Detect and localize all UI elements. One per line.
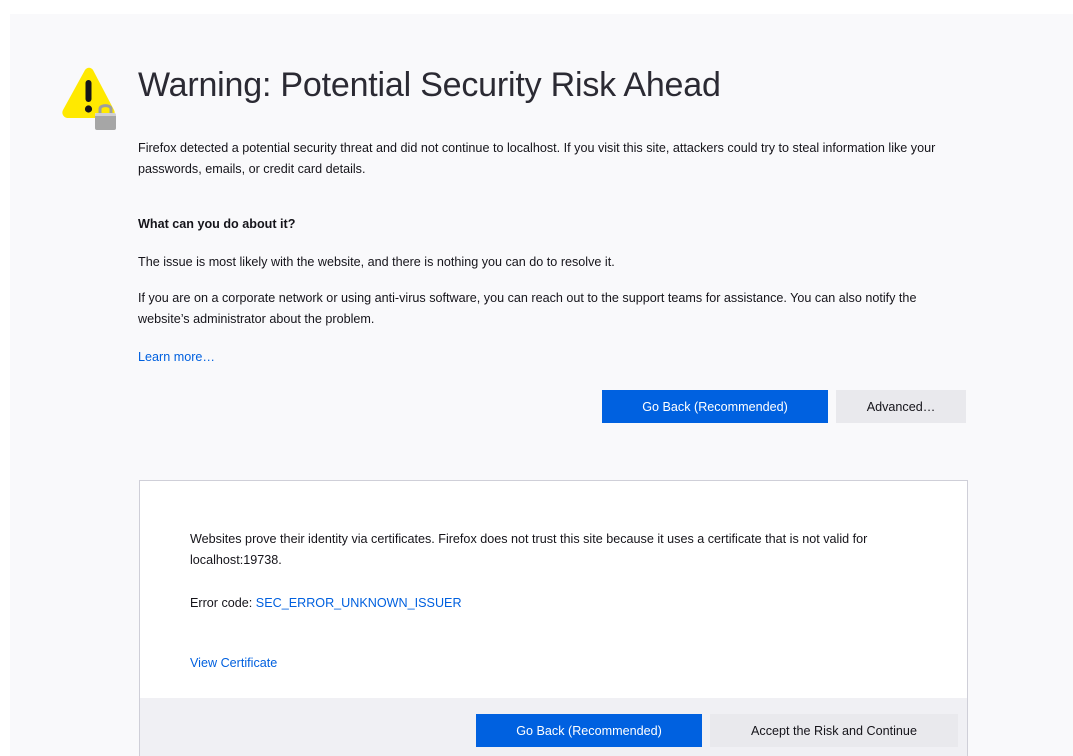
error-code-label: Error code:	[190, 596, 253, 610]
certificate-explanation: Websites prove their identity via certif…	[190, 532, 868, 567]
issue-text: The issue is most likely with the websit…	[138, 255, 615, 269]
corporate-text: If you are on a corporate network or usi…	[138, 291, 917, 326]
view-certificate-link[interactable]: View Certificate	[190, 653, 277, 674]
advanced-panel: Websites prove their identity via certif…	[139, 480, 968, 756]
error-page: Warning: Potential Security Risk Ahead F…	[10, 14, 1073, 756]
advanced-button[interactable]: Advanced…	[836, 390, 966, 423]
error-code-link[interactable]: SEC_ERROR_UNKNOWN_ISSUER	[256, 596, 462, 610]
page-title: Warning: Potential Security Risk Ahead	[138, 66, 721, 104]
intro-text: Firefox detected a potential security th…	[138, 141, 936, 176]
advanced-panel-footer: Go Back (Recommended) Accept the Risk an…	[140, 698, 967, 756]
warning-lock-icon	[62, 67, 116, 130]
go-back-button-advanced[interactable]: Go Back (Recommended)	[476, 714, 702, 747]
go-back-button[interactable]: Go Back (Recommended)	[602, 390, 828, 423]
error-code-line: Error code: SEC_ERROR_UNKNOWN_ISSUER	[190, 593, 462, 614]
accept-risk-button[interactable]: Accept the Risk and Continue	[710, 714, 958, 747]
what-can-you-do-heading: What can you do about it?	[138, 217, 296, 231]
learn-more-link[interactable]: Learn more…	[138, 347, 215, 368]
